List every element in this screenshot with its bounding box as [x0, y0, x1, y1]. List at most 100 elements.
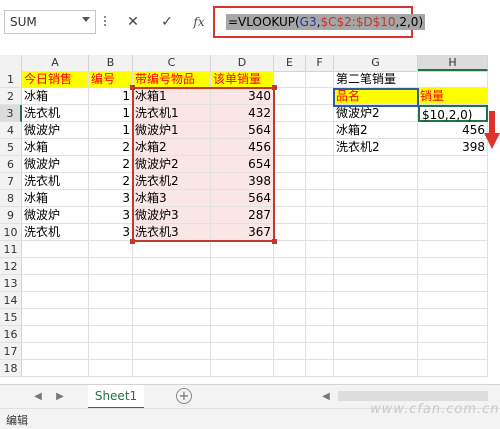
side-table-cell[interactable]: 398 [418, 139, 488, 156]
row-header-4[interactable]: 4 [0, 122, 22, 139]
table-header-cell[interactable]: 编号 [89, 71, 133, 88]
empty-cell[interactable] [418, 343, 488, 360]
empty-cell[interactable] [89, 241, 133, 258]
active-cell[interactable]: $10,2,0) [418, 105, 488, 122]
chevron-down-icon[interactable] [82, 17, 90, 22]
side-table-cell[interactable]: 洗衣机2 [334, 139, 418, 156]
empty-cell[interactable] [22, 326, 89, 343]
empty-cell[interactable] [274, 173, 306, 190]
table-cell[interactable]: 2 [89, 156, 133, 173]
scroll-left-icon[interactable]: ◀ [318, 389, 334, 405]
empty-cell[interactable] [306, 88, 334, 105]
table-cell[interactable]: 287 [211, 207, 274, 224]
scroll-left-icon[interactable]: ◀ [30, 389, 46, 405]
empty-cell[interactable] [274, 190, 306, 207]
table-cell[interactable]: 564 [211, 190, 274, 207]
row-header-16[interactable]: 16 [0, 326, 22, 343]
column-header-a[interactable]: A [22, 55, 89, 71]
row-header-8[interactable]: 8 [0, 190, 22, 207]
table-cell[interactable]: 洗衣机 [22, 173, 89, 190]
empty-cell[interactable] [306, 71, 334, 88]
table-cell[interactable]: 微波炉 [22, 156, 89, 173]
empty-cell[interactable] [418, 241, 488, 258]
table-header-cell[interactable]: 该单销量 [211, 71, 274, 88]
empty-cell[interactable] [89, 360, 133, 377]
select-all-corner[interactable] [0, 55, 22, 71]
empty-cell[interactable] [306, 309, 334, 326]
empty-cell[interactable] [306, 258, 334, 275]
row-header-6[interactable]: 6 [0, 156, 22, 173]
empty-cell[interactable] [418, 207, 488, 224]
table-cell[interactable]: 微波炉 [22, 207, 89, 224]
empty-cell[interactable] [274, 88, 306, 105]
formula-input-highlight[interactable]: =VLOOKUP(G3,$C$2:$D$10,2,0) [213, 6, 426, 38]
empty-cell[interactable] [22, 360, 89, 377]
column-header-d[interactable]: D [211, 55, 274, 71]
empty-cell[interactable] [334, 360, 418, 377]
empty-cell[interactable] [211, 360, 274, 377]
table-cell[interactable]: 654 [211, 156, 274, 173]
empty-cell[interactable] [306, 241, 334, 258]
formula-input[interactable]: =VLOOKUP(G3,$C$2:$D$10,2,0) [226, 14, 426, 30]
empty-cell[interactable] [133, 343, 211, 360]
empty-cell[interactable] [334, 309, 418, 326]
empty-cell[interactable] [334, 190, 418, 207]
empty-cell[interactable] [274, 139, 306, 156]
empty-cell[interactable] [334, 173, 418, 190]
empty-cell[interactable] [211, 241, 274, 258]
empty-cell[interactable] [274, 292, 306, 309]
row-header-15[interactable]: 15 [0, 309, 22, 326]
table-cell[interactable]: 冰箱1 [133, 88, 211, 105]
empty-cell[interactable] [274, 309, 306, 326]
empty-cell[interactable] [133, 326, 211, 343]
empty-cell[interactable] [306, 207, 334, 224]
empty-cell[interactable] [22, 343, 89, 360]
empty-cell[interactable] [418, 71, 488, 88]
empty-cell[interactable] [89, 275, 133, 292]
empty-cell[interactable] [133, 275, 211, 292]
table-cell[interactable]: 3 [89, 190, 133, 207]
column-header-f[interactable]: F [306, 55, 334, 71]
table-cell[interactable]: 432 [211, 105, 274, 122]
table-cell[interactable]: 340 [211, 88, 274, 105]
row-header-2[interactable]: 2 [0, 88, 22, 105]
empty-cell[interactable] [334, 326, 418, 343]
empty-cell[interactable] [306, 224, 334, 241]
horizontal-scrollbar[interactable] [338, 391, 488, 401]
table-cell[interactable]: 3 [89, 224, 133, 241]
table-cell[interactable]: 3 [89, 207, 133, 224]
empty-cell[interactable] [211, 275, 274, 292]
empty-cell[interactable] [89, 309, 133, 326]
confirm-icon[interactable]: ✓ [158, 14, 176, 30]
empty-cell[interactable] [306, 105, 334, 122]
empty-cell[interactable] [133, 241, 211, 258]
table-header-cell[interactable]: 今日销售 [22, 71, 89, 88]
empty-cell[interactable] [133, 292, 211, 309]
range-handle[interactable] [272, 239, 277, 244]
row-header-17[interactable]: 17 [0, 343, 22, 360]
row-header-10[interactable]: 10 [0, 224, 22, 241]
row-header-12[interactable]: 12 [0, 258, 22, 275]
empty-cell[interactable] [211, 258, 274, 275]
add-sheet-icon[interactable]: + [176, 388, 192, 404]
empty-cell[interactable] [274, 343, 306, 360]
table-cell[interactable]: 冰箱 [22, 139, 89, 156]
empty-cell[interactable] [418, 360, 488, 377]
empty-cell[interactable] [89, 343, 133, 360]
side-table-cell[interactable]: 冰箱2 [334, 122, 418, 139]
table-cell[interactable]: 1 [89, 105, 133, 122]
empty-cell[interactable] [334, 275, 418, 292]
insert-function-icon[interactable]: fx [190, 14, 208, 30]
range-handle[interactable] [130, 85, 135, 90]
empty-cell[interactable] [306, 139, 334, 156]
table-cell[interactable]: 367 [211, 224, 274, 241]
table-cell[interactable]: 洗衣机3 [133, 224, 211, 241]
empty-cell[interactable] [22, 275, 89, 292]
table-cell[interactable]: 微波炉3 [133, 207, 211, 224]
table-header-cell[interactable]: 带编号物品 [133, 71, 211, 88]
empty-cell[interactable] [306, 156, 334, 173]
empty-cell[interactable] [418, 275, 488, 292]
vertical-scrollbar[interactable] [488, 55, 500, 380]
table-cell[interactable]: 洗衣机2 [133, 173, 211, 190]
empty-cell[interactable] [89, 258, 133, 275]
